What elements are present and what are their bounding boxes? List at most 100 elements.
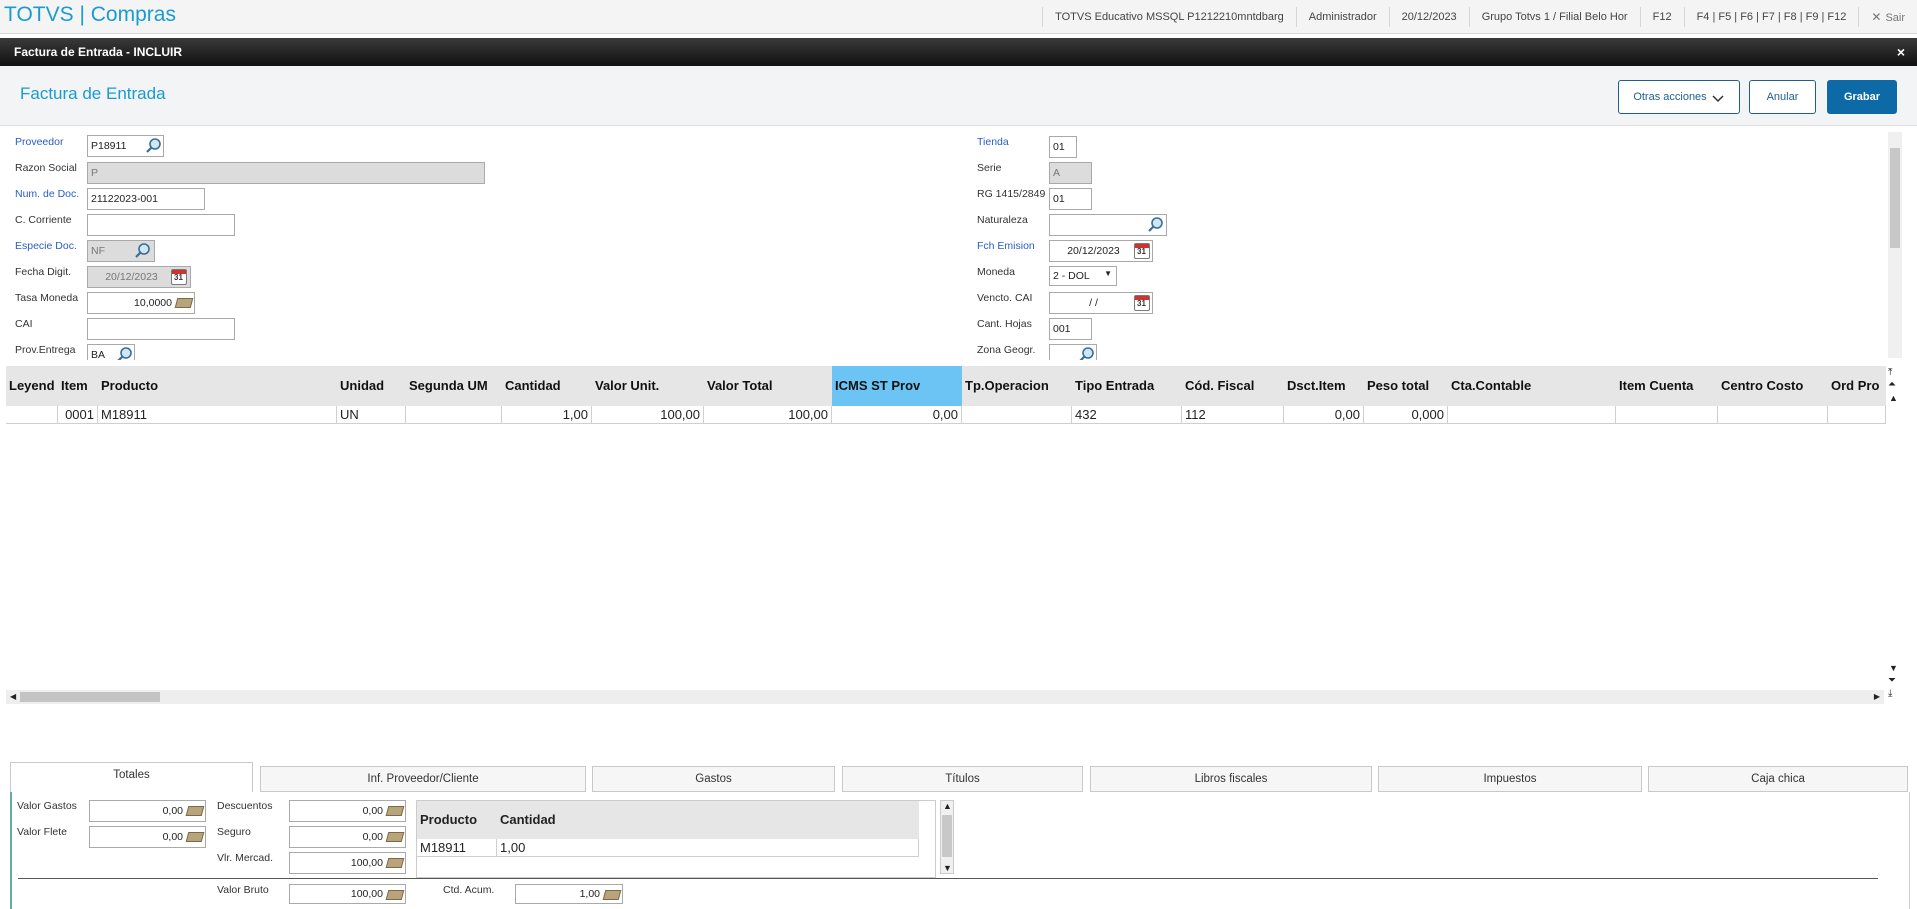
currency-icon[interactable]	[185, 806, 205, 816]
table-cell[interactable]: 0,00	[832, 406, 962, 424]
table-cell[interactable]: UN	[337, 406, 406, 424]
environment-info[interactable]: TOTVS Educativo MSSQL P1212210mntdbarg	[1042, 7, 1296, 27]
scroll-down-icon[interactable]: ▼	[1889, 663, 1898, 673]
table-cell[interactable]: 100,00	[592, 406, 704, 424]
col-cta-contable[interactable]: Cta.Contable	[1448, 366, 1616, 406]
scroll-bottom-icon[interactable]: ⤓	[1888, 689, 1892, 699]
currency-icon[interactable]	[385, 858, 405, 868]
cant-hojas-field[interactable]: 001	[1049, 318, 1092, 340]
tab-impuestos[interactable]: Impuestos	[1378, 766, 1642, 792]
page-up-icon[interactable]: ⏶	[1888, 380, 1896, 390]
branch-info[interactable]: Grupo Totvs 1 / Filial Belo Hor	[1468, 7, 1640, 27]
page-title: Factura de Entrada	[20, 84, 166, 103]
table-cell[interactable]: 100,00	[704, 406, 832, 424]
col-producto[interactable]: Producto	[98, 366, 337, 406]
rg-field[interactable]: 01	[1049, 188, 1092, 210]
table-cell[interactable]	[6, 406, 58, 424]
table-cell[interactable]	[1448, 406, 1616, 424]
subgrid-cell[interactable]: M18911	[417, 839, 497, 857]
col-segunda-um[interactable]: Segunda UM	[406, 366, 502, 406]
table-cell[interactable]: 0001	[58, 406, 98, 424]
moneda-select[interactable]: 2 - DOL ▼	[1049, 266, 1117, 286]
serie-field[interactable]: A	[1049, 162, 1092, 184]
tab-totales[interactable]: Totales	[10, 762, 253, 792]
col-ord-pro[interactable]: Ord Pro	[1828, 366, 1886, 406]
search-icon[interactable]	[1078, 346, 1096, 360]
search-icon[interactable]	[145, 137, 163, 155]
dialog-close-icon[interactable]: ×	[1897, 38, 1905, 66]
grid-scrollbar-thumb[interactable]	[20, 692, 160, 702]
table-cell[interactable]: 112	[1182, 406, 1284, 424]
col-cantidad[interactable]: Cantidad	[502, 366, 592, 406]
table-cell[interactable]: 432	[1072, 406, 1182, 424]
user-info[interactable]: Administrador	[1295, 7, 1389, 27]
tienda-field[interactable]: 01	[1049, 136, 1077, 158]
col-leyend[interactable]: Leyend	[6, 366, 58, 406]
scroll-top-icon[interactable]: ⤒	[1888, 368, 1892, 378]
table-cell[interactable]	[406, 406, 502, 424]
currency-icon[interactable]	[385, 890, 405, 900]
cancel-button[interactable]: Anular	[1749, 80, 1816, 114]
currency-icon[interactable]	[385, 806, 405, 816]
col-valor-unit[interactable]: Valor Unit.	[592, 366, 704, 406]
tab-gastos[interactable]: Gastos	[592, 766, 835, 792]
exit-button[interactable]: ✕ Sair	[1858, 7, 1917, 27]
date-info[interactable]: 20/12/2023	[1388, 7, 1469, 27]
more-actions-button[interactable]: Otras acciones	[1618, 80, 1740, 114]
currency-icon[interactable]	[602, 890, 622, 900]
scroll-up-icon[interactable]: ▲	[1889, 393, 1898, 403]
table-cell[interactable]	[1828, 406, 1886, 424]
currency-icon[interactable]	[185, 832, 205, 842]
scroll-right-icon[interactable]: ▶	[1874, 690, 1880, 704]
table-cell[interactable]: 0,00	[1284, 406, 1364, 424]
col-valor-total[interactable]: Valor Total	[704, 366, 832, 406]
scroll-left-icon[interactable]: ◀	[10, 690, 16, 704]
table-cell[interactable]	[962, 406, 1072, 424]
num-doc-field[interactable]: 21122023-001	[87, 188, 205, 210]
subgrid-cell[interactable]: 1,00	[497, 839, 919, 857]
currency-icon[interactable]	[385, 832, 405, 842]
currency-icon[interactable]	[174, 298, 194, 308]
calendar-icon[interactable]	[171, 269, 187, 285]
search-icon[interactable]	[116, 346, 134, 360]
col-item[interactable]: Item	[58, 366, 98, 406]
grid-horizontal-scrollbar[interactable]: ◀ ▶	[6, 690, 1884, 704]
subgrid-col-cantidad[interactable]: Cantidad	[497, 801, 919, 839]
search-icon[interactable]	[134, 242, 152, 260]
col-dsct-item[interactable]: Dsct.Item	[1284, 366, 1364, 406]
col-tipo-entrada[interactable]: Tipo Entrada	[1072, 366, 1182, 406]
form-scrollbar[interactable]	[1888, 132, 1902, 358]
col-cod-fiscal[interactable]: Cód. Fiscal	[1182, 366, 1284, 406]
f12-shortcut[interactable]: F12	[1639, 7, 1684, 27]
col-centro-costo[interactable]: Centro Costo	[1718, 366, 1828, 406]
search-icon[interactable]	[1147, 216, 1165, 234]
scroll-down-icon[interactable]: ▼	[943, 863, 952, 873]
form-scrollbar-thumb[interactable]	[1890, 148, 1900, 248]
tab-libros-fiscales[interactable]: Libros fiscales	[1090, 766, 1372, 792]
tab-caja-chica[interactable]: Caja chica	[1648, 766, 1908, 792]
col-unidad[interactable]: Unidad	[337, 366, 406, 406]
c-corriente-field[interactable]	[87, 214, 235, 236]
scroll-up-icon[interactable]: ▲	[943, 801, 952, 811]
tab-inf-proveedor[interactable]: Inf. Proveedor/Cliente	[260, 766, 586, 792]
table-cell[interactable]: M18911	[98, 406, 337, 424]
tab-titulos[interactable]: Títulos	[842, 766, 1083, 792]
table-cell[interactable]	[1616, 406, 1718, 424]
cai-field[interactable]	[87, 318, 235, 340]
razon-social-field[interactable]: P	[87, 162, 485, 184]
table-cell[interactable]: 0,000	[1364, 406, 1448, 424]
subgrid-col-producto[interactable]: Producto	[417, 801, 497, 839]
subgrid-scrollbar-thumb[interactable]	[942, 815, 952, 857]
calendar-icon[interactable]	[1134, 243, 1150, 259]
col-icms-st-prov[interactable]: ICMS ST Prov	[832, 366, 962, 406]
page-down-icon[interactable]: ⏷	[1888, 676, 1896, 686]
col-peso-total[interactable]: Peso total	[1364, 366, 1448, 406]
col-tp-operacion[interactable]: Tp.Operacion	[962, 366, 1072, 406]
save-button[interactable]: Grabar	[1827, 80, 1897, 114]
table-cell[interactable]	[1718, 406, 1828, 424]
function-keys[interactable]: F4 | F5 | F6 | F7 | F8 | F9 | F12	[1683, 7, 1859, 27]
col-item-cuenta[interactable]: Item Cuenta	[1616, 366, 1718, 406]
calendar-icon[interactable]	[1134, 295, 1150, 311]
table-cell[interactable]: 1,00	[502, 406, 592, 424]
subgrid-scrollbar[interactable]: ▲ ▼	[940, 800, 954, 874]
